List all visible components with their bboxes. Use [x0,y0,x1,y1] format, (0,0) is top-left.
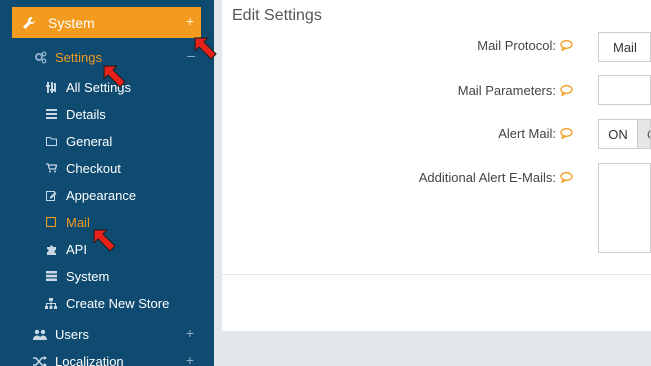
alert-mail-toggle: ON OFF [598,119,651,149]
additional-alert-emails-textarea[interactable] [598,163,651,253]
mail-protocol-select[interactable]: Mail [598,32,651,62]
comment-icon[interactable] [560,172,573,183]
panel-divider [222,274,651,275]
additional-alert-emails-label: Additional Alert E-Mails: [419,170,573,185]
sidebar-item-label: Users [55,326,89,342]
page-title: Edit Settings [232,7,322,24]
sidebar-item-details[interactable]: Details [45,105,205,123]
sidebar: System + Settings – All Settings Details… [0,0,214,366]
sidebar-item-label: Details [66,106,106,122]
cart-icon [45,162,57,174]
expand-icon[interactable]: + [186,352,194,366]
sidebar-item-create-new-store[interactable]: Create New Store [45,294,205,312]
sidebar-item-users[interactable]: Users + [33,324,203,344]
sidebar-item-localization[interactable]: Localization + [33,351,203,366]
sidebar-item-label: API [66,241,87,257]
sidebar-item-label: Mail [66,214,90,230]
edit-settings-panel: Edit Settings Mail Protocol: Mail Mail P… [222,0,651,331]
list-icon [45,108,57,120]
sidebar-item-label: General [66,133,113,149]
field-label: Mail Protocol: [477,38,556,53]
pointer-arrow-icon [93,229,116,252]
sidebar-item-label: Settings [55,49,102,65]
sidebar-item-general[interactable]: General [45,132,205,150]
toggle-on-button[interactable]: ON [599,120,638,148]
expand-icon[interactable]: + [186,13,194,29]
comment-icon[interactable] [560,40,573,51]
mail-protocol-label: Mail Protocol: [477,38,573,53]
expand-icon[interactable]: + [186,325,194,341]
comment-icon[interactable] [560,128,573,139]
sidebar-item-label: Localization [55,353,124,366]
users-icon [33,327,47,341]
sliders-icon [45,81,57,93]
server-icon [45,270,57,282]
field-label: Alert Mail: [498,126,556,141]
mail-parameters-label: Mail Parameters: [458,83,573,98]
puzzle-icon [45,243,57,255]
mail-parameters-input[interactable] [598,75,651,105]
pointer-arrow-icon [194,37,217,60]
square-icon [45,216,57,228]
toggle-off-button[interactable]: OFF [638,120,650,148]
sidebar-item-label: Create New Store [66,295,170,311]
sidebar-item-appearance[interactable]: Appearance [45,186,205,204]
edit-icon [45,189,57,201]
wrench-icon [21,15,37,31]
sidebar-item-label: System [66,268,110,284]
sidebar-item-label: Checkout [66,160,121,176]
gears-icon [33,50,47,64]
sidebar-item-mail[interactable]: Mail [45,213,205,231]
shuffle-icon [33,354,47,366]
pointer-arrow-icon [103,65,126,88]
alert-mail-label: Alert Mail: [498,126,573,141]
sidebar-item-label: System [48,14,95,31]
folder-icon [45,135,57,147]
field-label: Additional Alert E-Mails: [418,170,556,185]
sidebar-item-system-settings[interactable]: System [45,267,205,285]
sidebar-item-api[interactable]: API [45,240,205,258]
sidebar-item-checkout[interactable]: Checkout [45,159,205,177]
sidebar-item-label: Appearance [66,187,137,203]
field-label: Mail Parameters: [457,83,556,98]
sidebar-item-system[interactable]: System + [12,7,201,38]
sitemap-icon [45,297,57,309]
comment-icon[interactable] [560,85,573,96]
